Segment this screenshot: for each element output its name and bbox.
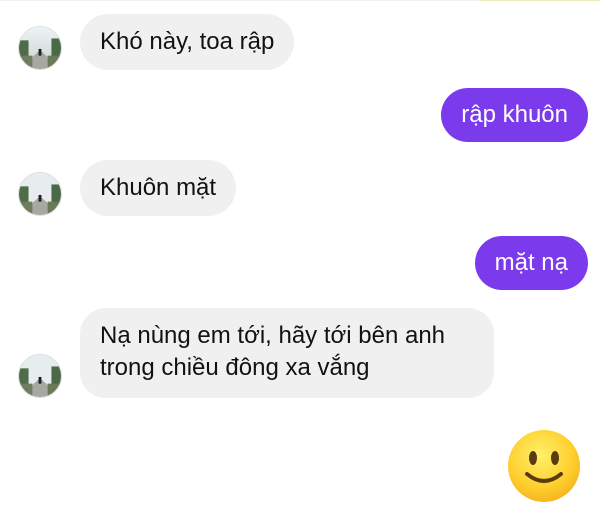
outgoing-message-bubble[interactable]: mặt nạ [474, 236, 588, 290]
top-accent-line [480, 0, 600, 1]
message-text-line: Nạ nùng em tới, hãy tới bên anh [100, 322, 446, 349]
message-text: rập khuôn [461, 101, 568, 128]
emoji-graphic [508, 430, 580, 502]
avatar-image [19, 173, 61, 215]
top-divider [0, 0, 600, 1]
incoming-message-bubble[interactable]: Khó này, toa rập [80, 14, 295, 70]
contact-avatar-icon[interactable] [18, 354, 62, 398]
incoming-message-bubble[interactable]: Nạ nùng em tới, hãy tới bên anh trong ch… [80, 308, 494, 398]
contact-avatar-icon[interactable] [18, 172, 62, 216]
message-text: Khó này, toa rập [100, 28, 275, 55]
contact-avatar-icon[interactable] [18, 26, 62, 70]
avatar-image [19, 355, 61, 397]
slightly-smiling-face-icon[interactable] [506, 428, 582, 504]
message-text: Khuôn mặt [100, 174, 217, 201]
outgoing-message-bubble[interactable]: rập khuôn [441, 88, 588, 142]
avatar-image [19, 27, 61, 69]
message-text: mặt nạ [494, 249, 568, 276]
incoming-message-bubble[interactable]: Khuôn mặt [80, 160, 237, 216]
message-text-line: trong chiều đông xa vắng [100, 354, 370, 381]
